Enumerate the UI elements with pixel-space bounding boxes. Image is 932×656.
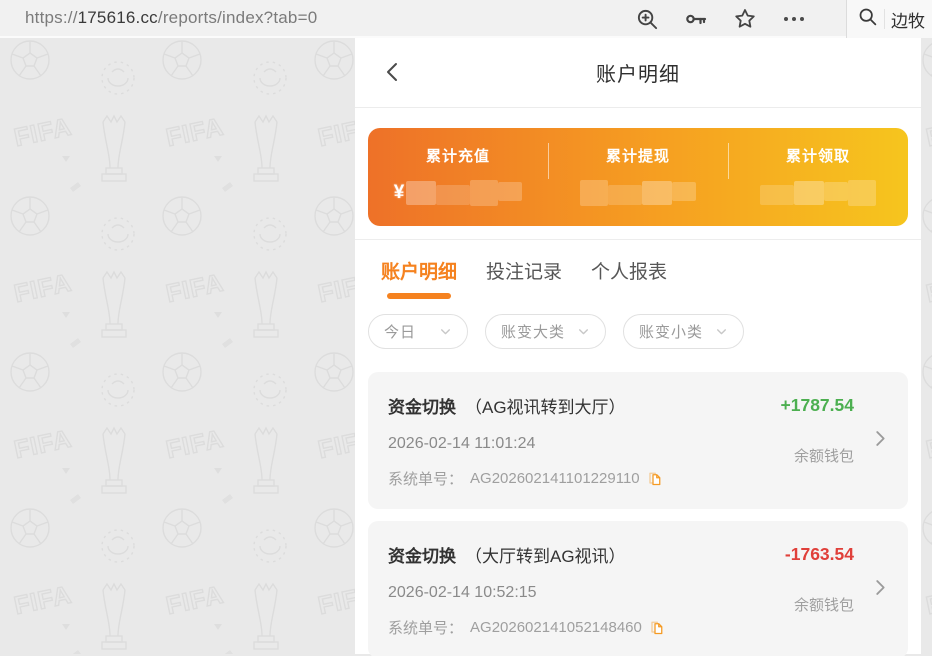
wallet-name: 余额钱包 — [794, 594, 854, 615]
summary-total-withdrawal: 累计提现 — [548, 128, 728, 226]
summary-label: 累计领取 — [786, 145, 850, 166]
summary-total-deposit: 累计充值 ¥ — [368, 128, 548, 226]
find-in-page-box[interactable]: 边牧 — [846, 0, 932, 38]
find-divider — [884, 9, 885, 29]
summary-card: 累计充值 ¥ 累计提现 累计领取 — [368, 128, 908, 226]
transaction-info: 资金切换 （大厅转到AG视讯） 2026-02-14 10:52:15 系统单号：… — [388, 542, 785, 638]
transaction-list: 资金切换 （AG视讯转到大厅） 2026-02-14 11:01:24 系统单号：… — [355, 372, 921, 656]
transaction-type: 资金切换 — [388, 398, 456, 417]
account-panel: 账户明细 累计充值 ¥ 累计提现 累计领取 — [355, 38, 921, 654]
masked-value — [580, 179, 696, 207]
copy-icon[interactable] — [649, 619, 664, 636]
major-category-dropdown[interactable]: 账变大类 — [485, 314, 606, 349]
page-title: 账户明细 — [596, 58, 680, 87]
back-icon[interactable] — [381, 60, 405, 89]
zoom-in-icon[interactable] — [636, 8, 659, 31]
browser-address-bar: https://175616.cc/reports/index?tab=0 — [0, 0, 932, 38]
summary-divider — [728, 143, 729, 179]
url-prefix: https:// — [25, 8, 78, 27]
chevron-down-icon — [715, 325, 728, 338]
masked-value — [760, 179, 876, 207]
order-number-label: 系统单号： — [388, 468, 463, 489]
url-domain: 175616.cc — [78, 8, 158, 27]
page-content: FIFA — [0, 38, 932, 654]
bookmark-star-icon[interactable] — [733, 7, 757, 31]
masked-value: ¥ — [394, 179, 523, 207]
active-tab-indicator — [387, 293, 451, 299]
minor-category-dropdown[interactable]: 账变小类 — [623, 314, 744, 349]
more-options-icon[interactable] — [782, 13, 806, 25]
copy-icon[interactable] — [647, 470, 662, 487]
chevron-down-icon — [577, 325, 590, 338]
transaction-amount-block: -1763.54 余额钱包 — [785, 544, 854, 638]
tab-account-details[interactable]: 账户明细 — [381, 257, 457, 299]
chevron-right-icon[interactable] — [869, 576, 891, 603]
summary-total-collected: 累计领取 — [728, 128, 908, 226]
currency-symbol: ¥ — [394, 182, 405, 204]
filter-label: 账变小类 — [639, 321, 703, 342]
transaction-row[interactable]: 资金切换 （大厅转到AG视讯） 2026-02-14 10:52:15 系统单号：… — [368, 521, 908, 656]
key-icon[interactable] — [684, 7, 708, 31]
browser-actions — [636, 0, 806, 38]
tab-label: 个人报表 — [591, 262, 667, 283]
transaction-type: 资金切换 — [388, 547, 456, 566]
transaction-row[interactable]: 资金切换 （AG视讯转到大厅） 2026-02-14 11:01:24 系统单号：… — [368, 372, 908, 509]
page: https://175616.cc/reports/index?tab=0 — [0, 0, 932, 656]
transaction-datetime: 2026-02-14 11:01:24 — [388, 435, 781, 453]
search-icon — [857, 6, 878, 32]
filter-label: 账变大类 — [501, 321, 565, 342]
tab-personal-report[interactable]: 个人报表 — [591, 257, 667, 299]
transaction-amount: -1763.54 — [785, 544, 854, 565]
filter-label: 今日 — [384, 321, 416, 342]
chevron-down-icon — [439, 325, 452, 338]
tab-betting-records[interactable]: 投注记录 — [486, 257, 562, 299]
transaction-info: 资金切换 （AG视讯转到大厅） 2026-02-14 11:01:24 系统单号：… — [388, 393, 781, 489]
wallet-name: 余额钱包 — [794, 445, 854, 466]
tab-label: 账户明细 — [381, 262, 457, 283]
transaction-amount: +1787.54 — [781, 395, 854, 416]
url-path: /reports/index?tab=0 — [158, 8, 317, 27]
find-query-text: 边牧 — [891, 7, 925, 32]
summary-label: 累计充值 — [426, 145, 490, 166]
tab-label: 投注记录 — [486, 262, 562, 283]
url-display[interactable]: https://175616.cc/reports/index?tab=0 — [25, 8, 317, 28]
transaction-amount-block: +1787.54 余额钱包 — [781, 395, 854, 489]
summary-label: 累计提现 — [606, 145, 670, 166]
chevron-right-icon[interactable] — [869, 427, 891, 454]
order-number: AG202602141052148460 — [470, 619, 642, 636]
transaction-detail: （AG视讯转到大厅） — [465, 398, 626, 417]
filter-bar: 今日 账变大类 账变小类 — [368, 314, 921, 349]
order-number: AG202602141101229110 — [470, 470, 640, 487]
summary-divider — [548, 143, 549, 179]
tab-bar: 账户明细 投注记录 个人报表 — [355, 240, 921, 299]
transaction-datetime: 2026-02-14 10:52:15 — [388, 584, 785, 602]
order-number-label: 系统单号： — [388, 617, 463, 638]
panel-header: 账户明细 — [355, 38, 921, 108]
transaction-detail: （大厅转到AG视讯） — [465, 547, 626, 566]
date-filter-dropdown[interactable]: 今日 — [368, 314, 468, 349]
